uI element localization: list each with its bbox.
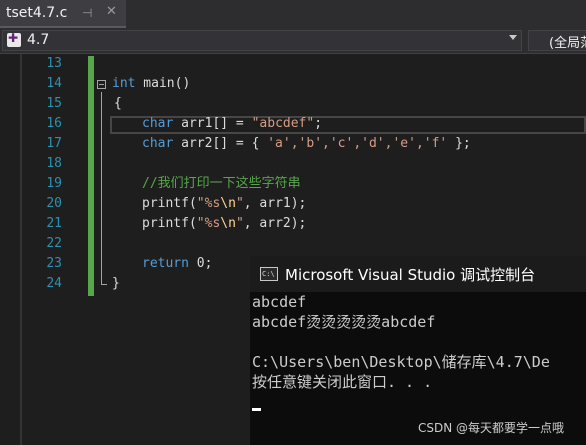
navigation-bar: 4.7 (全局范围)	[0, 28, 586, 54]
fold-guide-end	[101, 284, 107, 285]
line-number: 24	[46, 276, 62, 291]
code-text: , arr2);	[243, 216, 307, 231]
comment: //我们打印一下这些字符串	[142, 176, 301, 191]
console-icon: C:\	[260, 267, 278, 281]
console-titlebar[interactable]: C:\ Microsoft Visual Studio 调试控制台	[250, 256, 586, 292]
console-line: C:\Users\ben\Desktop\储存库\4.7\De	[252, 353, 550, 371]
chevron-down-icon[interactable]	[509, 35, 517, 40]
tab-file[interactable]: tset4.7.c ⊣ ✕	[0, 0, 126, 28]
code-line-open-brace: {	[114, 96, 122, 111]
console-line: 按任意键关闭此窗口. . .	[252, 373, 433, 391]
line-number: 14	[46, 76, 62, 91]
project-name: 4.7	[27, 32, 50, 48]
line-number: 21	[46, 216, 62, 231]
char-literals: 'a','b','c','d','e','f'	[267, 136, 448, 151]
code-line-arr1: char arr1[] = "abcdef";	[142, 114, 322, 134]
code-text: arr1[] =	[173, 116, 252, 131]
line-number: 17	[46, 136, 62, 151]
tab-bar: tset4.7.c ⊣ ✕	[0, 0, 586, 28]
code-text: 0;	[188, 256, 213, 271]
code-text: arr2[] = {	[173, 136, 268, 151]
code-text: printf(	[142, 196, 197, 211]
project-icon	[7, 31, 21, 47]
string-literal: "	[235, 196, 244, 211]
line-number: 19	[46, 176, 62, 191]
code-text: };	[447, 136, 471, 151]
code-line-return: return 0;	[142, 254, 212, 274]
keyword: int	[112, 76, 136, 91]
code-line-main: int main()	[112, 74, 190, 94]
code-line-arr2: char arr2[] = { 'a','b','c','d','e','f' …	[142, 134, 471, 154]
code-line-printf1: printf("%s\n", arr1);	[142, 194, 306, 214]
scope-dropdown[interactable]: (全局范围)	[528, 30, 586, 51]
console-cursor	[252, 408, 261, 411]
line-number: 16	[46, 116, 62, 131]
close-icon[interactable]: ✕	[106, 4, 117, 19]
code-text: , arr1);	[243, 196, 307, 211]
tab-title: tset4.7.c	[6, 5, 68, 21]
pin-icon[interactable]: ⊣	[82, 6, 92, 20]
string-literal: "	[235, 216, 244, 231]
code-text: printf(	[142, 216, 197, 231]
fold-toggle-icon[interactable]	[97, 80, 106, 89]
code-line-comment: //我们打印一下这些字符串	[142, 174, 301, 194]
line-number: 23	[46, 256, 62, 271]
line-number: 13	[46, 56, 62, 71]
scope-label: (全局范围)	[549, 36, 586, 51]
debug-console-window[interactable]: C:\ Microsoft Visual Studio 调试控制台 abcdef…	[250, 256, 586, 445]
line-number: 20	[46, 196, 62, 211]
string-literal: "%s	[196, 216, 221, 231]
escape-sequence: \n	[220, 216, 236, 231]
code-text: ;	[314, 116, 323, 131]
watermark: CSDN @每天都要学一点哦	[418, 421, 565, 435]
line-number: 22	[46, 236, 62, 251]
code-line-close-brace: }	[112, 276, 120, 291]
keyword: return	[142, 256, 189, 271]
change-bar	[88, 56, 94, 296]
line-number: 15	[46, 96, 62, 111]
console-line: abcdef烫烫烫烫烫abcdef	[252, 313, 436, 331]
console-title: Microsoft Visual Studio 调试控制台	[285, 266, 536, 284]
fold-guide	[101, 92, 102, 284]
string-literal: "abcdef"	[251, 116, 315, 131]
project-dropdown[interactable]: 4.7	[2, 30, 522, 51]
keyword: char	[142, 136, 174, 151]
code-text: main()	[135, 76, 191, 91]
code-line-printf2: printf("%s\n", arr2);	[142, 214, 306, 234]
console-line: abcdef	[252, 293, 307, 311]
line-number: 18	[46, 156, 62, 171]
keyword: char	[142, 116, 174, 131]
escape-sequence: \n	[220, 196, 236, 211]
string-literal: "%s	[196, 196, 221, 211]
